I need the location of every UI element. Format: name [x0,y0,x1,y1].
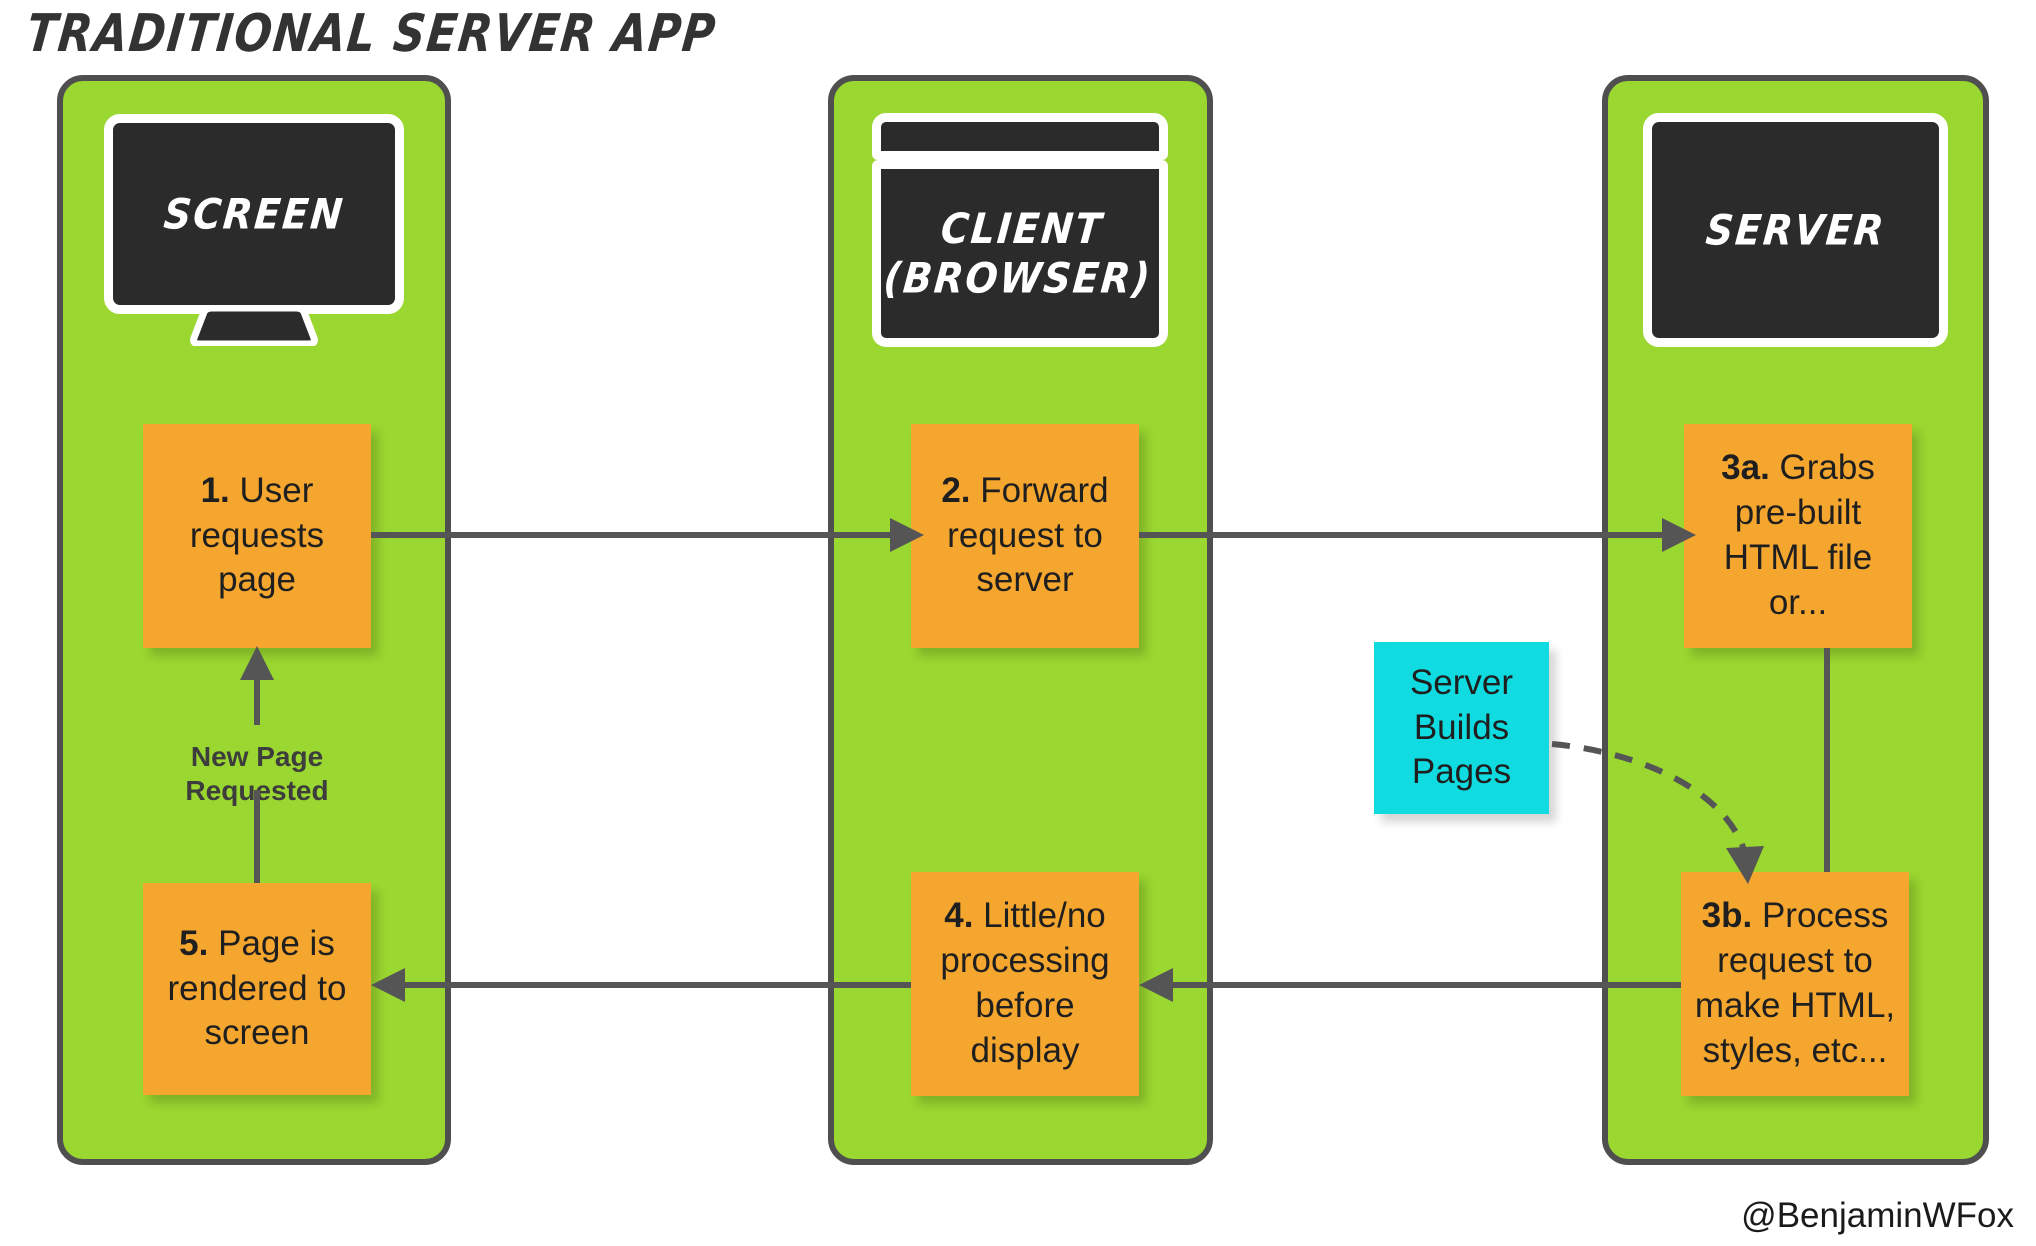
browser-window-icon: CLIENT (BROWSER) [872,113,1168,347]
step-box-1: 1. User requests page [143,424,371,648]
sticky-note-line2: Builds [1413,707,1510,747]
diagram-canvas: TRADITIONAL SERVER APP SCREEN 1. User re… [0,0,2036,1246]
monitor-icon: SCREEN [104,114,404,349]
step-box-3a-number: 3a. [1721,448,1770,488]
lane-label-new-page-requested: New Page Requested [143,740,371,807]
device-label-client-line2: (BROWSER) [881,253,1154,302]
monitor-screen: SCREEN [104,114,404,314]
sticky-note-text: Server Builds Pages [1410,661,1513,795]
step-box-5: 5. Page is rendered to screen [143,883,371,1095]
step-box-2-number: 2. [941,470,971,510]
step-box-3b-number: 3b. [1701,896,1753,936]
step-box-3a: 3a. Grabs pre-built HTML file or... [1684,424,1912,648]
device-label-client-line1: CLIENT [939,204,1106,253]
step-box-4-number: 4. [944,896,974,936]
step-box-4-text: 4. Little/no processing before display [921,894,1129,1073]
connector-step3b-to-step4 [1139,968,1681,1002]
browser-title-bar [872,113,1168,160]
server-screen-icon: SERVER [1643,113,1948,347]
step-box-2-label: Forward request to server [947,470,1109,600]
step-box-1-number: 1. [200,470,230,510]
step-box-3b: 3b. Process request to make HTML, styles… [1681,872,1909,1096]
sticky-note-line1: Server [1409,662,1514,702]
step-box-3b-text: 3b. Process request to make HTML, styles… [1691,894,1899,1073]
step-box-1-text: 1. User requests page [153,469,361,603]
step-box-2-text: 2. Forward request to server [921,469,1129,603]
step-box-5-text: 5. Page is rendered to screen [153,922,361,1056]
sticky-note-line3: Pages [1411,752,1512,792]
device-label-server: SERVER [1703,205,1888,254]
sticky-note-server-builds-pages: Server Builds Pages [1374,642,1549,814]
step-box-2: 2. Forward request to server [911,424,1139,648]
device-label-client: CLIENT (BROWSER) [882,204,1158,303]
device-label-screen: SCREEN [161,189,347,238]
monitor-stand-icon [190,306,318,346]
page-title: TRADITIONAL SERVER APP [23,4,720,65]
lane-label-text: New Page Requested [185,741,329,806]
browser-viewport: CLIENT (BROWSER) [872,160,1168,347]
attribution-handle: @BenjaminWFox [1741,1196,2014,1235]
step-box-4: 4. Little/no processing before display [911,872,1139,1096]
step-box-3a-text: 3a. Grabs pre-built HTML file or... [1694,446,1902,625]
step-box-5-number: 5. [179,923,209,963]
